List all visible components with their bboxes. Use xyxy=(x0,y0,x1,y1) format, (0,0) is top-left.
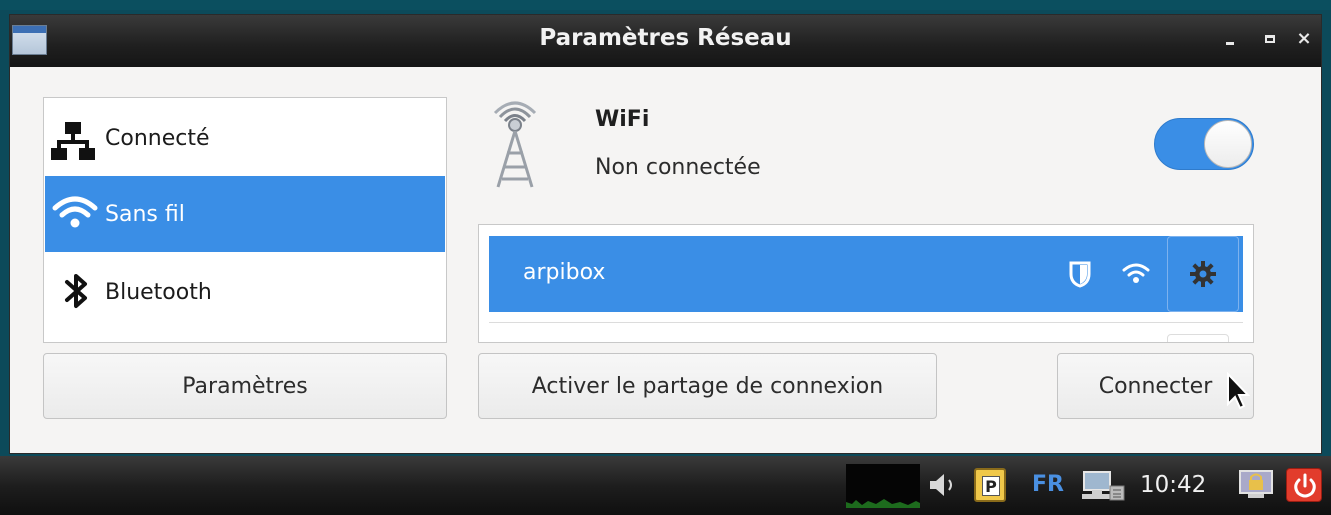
network-ssid: arpibox xyxy=(523,260,606,285)
desktop-background xyxy=(0,0,1331,10)
network-list: arpibox xyxy=(478,224,1254,343)
cpu-monitor-graph[interactable] xyxy=(846,464,920,508)
nav-item-label: Connecté xyxy=(105,125,210,151)
connect-button[interactable]: Connecter xyxy=(1057,353,1254,419)
settings-button[interactable]: Paramètres xyxy=(43,353,447,419)
network-settings-button[interactable] xyxy=(1167,236,1239,312)
window-title: Paramètres Réseau xyxy=(539,25,792,51)
gear-icon xyxy=(1190,261,1216,287)
wifi-icon xyxy=(45,176,105,252)
bluetooth-icon xyxy=(45,254,105,330)
share-connection-button[interactable]: Activer le partage de connexion xyxy=(478,353,937,419)
close-icon: × xyxy=(1296,28,1312,49)
volume-icon[interactable] xyxy=(924,468,964,502)
minimize-button[interactable] xyxy=(1218,27,1242,51)
nav-item-wireless[interactable]: Sans fil xyxy=(45,176,445,252)
network-settings-window: Paramètres Réseau × Connecté Sans fil Bl… xyxy=(9,14,1322,454)
wifi-signal-icon xyxy=(1121,260,1151,286)
keyboard-layout-indicator[interactable]: FR xyxy=(1032,468,1072,502)
clipboard-icon[interactable]: P xyxy=(974,468,1006,502)
toggle-knob xyxy=(1204,120,1252,168)
network-tray-icon[interactable] xyxy=(1080,468,1126,502)
connection-type-list: Connecté Sans fil Bluetooth xyxy=(43,97,447,343)
power-icon xyxy=(1294,473,1316,498)
partial-settings-button[interactable] xyxy=(1167,334,1229,342)
lock-screen-icon[interactable] xyxy=(1236,468,1276,502)
wifi-title: WiFi xyxy=(595,107,650,132)
nav-item-label: Bluetooth xyxy=(105,279,212,305)
title-bar[interactable]: Paramètres Réseau × xyxy=(10,15,1321,67)
mouse-cursor-icon xyxy=(1226,371,1251,412)
maximize-button[interactable] xyxy=(1258,27,1282,51)
wifi-toggle[interactable] xyxy=(1154,118,1254,170)
wifi-status: Non connectée xyxy=(595,155,761,180)
network-row[interactable]: arpibox xyxy=(489,236,1243,312)
minimize-icon xyxy=(1226,42,1234,45)
wired-network-icon xyxy=(45,100,105,176)
antenna-icon xyxy=(480,95,550,189)
row-separator xyxy=(489,322,1243,323)
shield-icon xyxy=(1069,260,1091,288)
taskbar: P FR 10:42 xyxy=(0,456,1331,515)
maximize-icon xyxy=(1265,35,1275,43)
nav-item-bluetooth[interactable]: Bluetooth xyxy=(45,254,445,330)
clock[interactable]: 10:42 xyxy=(1140,468,1230,502)
clipboard-letter: P xyxy=(982,476,1000,496)
nav-item-wired[interactable]: Connecté xyxy=(45,100,445,176)
power-button[interactable] xyxy=(1286,468,1322,502)
close-button[interactable]: × xyxy=(1292,27,1316,51)
nav-item-label: Sans fil xyxy=(105,201,185,227)
